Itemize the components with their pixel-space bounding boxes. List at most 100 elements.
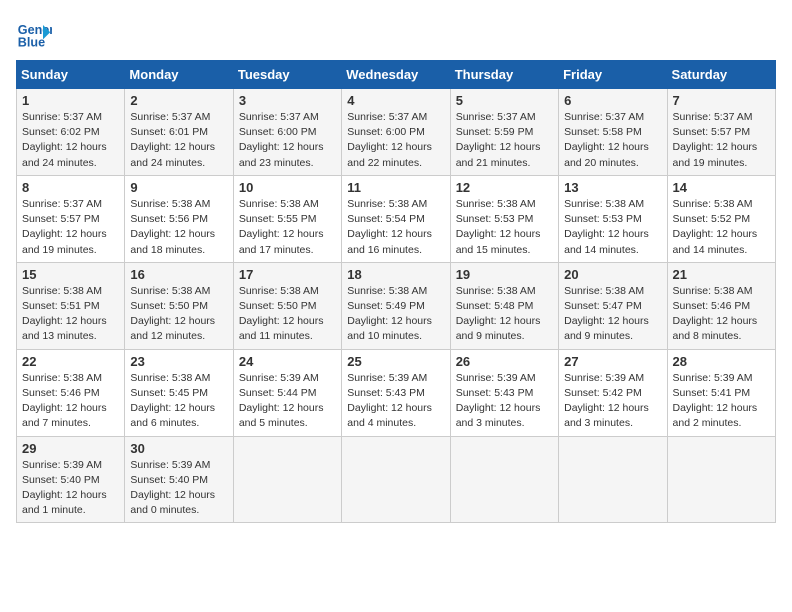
day-info: Sunrise: 5:37 AMSunset: 5:59 PMDaylight:… [456,110,553,171]
day-number: 7 [673,93,770,108]
day-number: 13 [564,180,661,195]
day-info: Sunrise: 5:37 AMSunset: 6:00 PMDaylight:… [239,110,336,171]
calendar-cell: 11 Sunrise: 5:38 AMSunset: 5:54 PMDayligh… [342,175,450,262]
day-info: Sunrise: 5:37 AMSunset: 6:00 PMDaylight:… [347,110,444,171]
day-number: 27 [564,354,661,369]
day-info: Sunrise: 5:38 AMSunset: 5:49 PMDaylight:… [347,284,444,345]
col-header-saturday: Saturday [667,61,775,89]
calendar-cell: 29Sunrise: 5:39 AMSunset: 5:40 PMDayligh… [17,436,125,523]
day-info: Sunrise: 5:38 AMSunset: 5:50 PMDaylight:… [239,284,336,345]
calendar-cell: 26 Sunrise: 5:39 AMSunset: 5:43 PMDayligh… [450,349,558,436]
day-info: Sunrise: 5:38 AMSunset: 5:46 PMDaylight:… [673,284,770,345]
calendar-cell: 19 Sunrise: 5:38 AMSunset: 5:48 PMDayligh… [450,262,558,349]
day-info: Sunrise: 5:37 AMSunset: 6:02 PMDaylight:… [22,110,119,171]
day-number: 14 [673,180,770,195]
calendar-cell: 4 Sunrise: 5:37 AMSunset: 6:00 PMDaylight… [342,89,450,176]
calendar-week-row: 22 Sunrise: 5:38 AMSunset: 5:46 PMDayligh… [17,349,776,436]
day-number: 22 [22,354,119,369]
svg-text:Blue: Blue [18,36,45,50]
day-number: 11 [347,180,444,195]
col-header-tuesday: Tuesday [233,61,341,89]
calendar-cell: 7 Sunrise: 5:37 AMSunset: 5:57 PMDaylight… [667,89,775,176]
calendar-week-row: 1 Sunrise: 5:37 AMSunset: 6:02 PMDaylight… [17,89,776,176]
calendar-cell: 24 Sunrise: 5:39 AMSunset: 5:44 PMDayligh… [233,349,341,436]
col-header-friday: Friday [559,61,667,89]
day-info: Sunrise: 5:39 AMSunset: 5:43 PMDaylight:… [347,371,444,432]
calendar-cell [559,436,667,523]
calendar-cell: 15 Sunrise: 5:38 AMSunset: 5:51 PMDayligh… [17,262,125,349]
day-info: Sunrise: 5:38 AMSunset: 5:53 PMDaylight:… [564,197,661,258]
calendar-week-row: 29 Sunrise: 5:39 AMSunset: 5:40 PMDayligh… [17,436,776,523]
calendar-cell: 28 Sunrise: 5:39 AMSunset: 5:41 PMDayligh… [667,349,775,436]
calendar-cell: 23Sunrise: 5:38 AMSunset: 5:45 PMDayligh… [125,349,233,436]
day-number: 25 [347,354,444,369]
day-number: 30 [130,441,227,456]
day-number: 26 [456,354,553,369]
day-number: 29 [22,441,119,456]
day-number: 9 [130,180,227,195]
day-number: 24 [239,354,336,369]
calendar-cell: 21 Sunrise: 5:38 AMSunset: 5:46 PMDayligh… [667,262,775,349]
day-number: 3 [239,93,336,108]
day-info: Sunrise: 5:38 AMSunset: 5:54 PMDaylight:… [347,197,444,258]
calendar-week-row: 8Sunrise: 5:37 AMSunset: 5:57 PMDaylight… [17,175,776,262]
day-info: Sunrise: 5:39 AMSunset: 5:40 PMDaylight:… [130,458,227,519]
day-number: 20 [564,267,661,282]
calendar-cell: 25 Sunrise: 5:39 AMSunset: 5:43 PMDayligh… [342,349,450,436]
day-number: 1 [22,93,119,108]
calendar-cell [667,436,775,523]
day-info: Sunrise: 5:38 AMSunset: 5:56 PMDaylight:… [130,197,227,258]
day-number: 17 [239,267,336,282]
calendar-cell: 1 Sunrise: 5:37 AMSunset: 6:02 PMDaylight… [17,89,125,176]
calendar-cell: 16 Sunrise: 5:38 AMSunset: 5:50 PMDayligh… [125,262,233,349]
calendar-cell: 27Sunrise: 5:39 AMSunset: 5:42 PMDayligh… [559,349,667,436]
day-info: Sunrise: 5:38 AMSunset: 5:52 PMDaylight:… [673,197,770,258]
day-info: Sunrise: 5:38 AMSunset: 5:48 PMDaylight:… [456,284,553,345]
day-number: 19 [456,267,553,282]
day-info: Sunrise: 5:38 AMSunset: 5:53 PMDaylight:… [456,197,553,258]
day-number: 6 [564,93,661,108]
calendar-cell: 5Sunrise: 5:37 AMSunset: 5:59 PMDaylight… [450,89,558,176]
day-info: Sunrise: 5:39 AMSunset: 5:44 PMDaylight:… [239,371,336,432]
calendar-cell: 3 Sunrise: 5:37 AMSunset: 6:00 PMDaylight… [233,89,341,176]
day-info: Sunrise: 5:37 AMSunset: 5:57 PMDaylight:… [673,110,770,171]
calendar-cell: 2 Sunrise: 5:37 AMSunset: 6:01 PMDaylight… [125,89,233,176]
calendar-cell: 12 Sunrise: 5:38 AMSunset: 5:53 PMDayligh… [450,175,558,262]
day-number: 10 [239,180,336,195]
day-number: 16 [130,267,227,282]
day-number: 15 [22,267,119,282]
calendar-cell: 6 Sunrise: 5:37 AMSunset: 5:58 PMDaylight… [559,89,667,176]
page-header: General Blue [16,16,776,52]
day-number: 21 [673,267,770,282]
day-number: 2 [130,93,227,108]
day-number: 28 [673,354,770,369]
day-info: Sunrise: 5:38 AMSunset: 5:50 PMDaylight:… [130,284,227,345]
day-info: Sunrise: 5:38 AMSunset: 5:46 PMDaylight:… [22,371,119,432]
day-info: Sunrise: 5:39 AMSunset: 5:41 PMDaylight:… [673,371,770,432]
calendar-table: SundayMondayTuesdayWednesdayThursdayFrid… [16,60,776,523]
day-info: Sunrise: 5:38 AMSunset: 5:51 PMDaylight:… [22,284,119,345]
day-info: Sunrise: 5:37 AMSunset: 6:01 PMDaylight:… [130,110,227,171]
calendar-cell: 18 Sunrise: 5:38 AMSunset: 5:49 PMDayligh… [342,262,450,349]
calendar-week-row: 15 Sunrise: 5:38 AMSunset: 5:51 PMDayligh… [17,262,776,349]
day-number: 8 [22,180,119,195]
col-header-wednesday: Wednesday [342,61,450,89]
day-number: 18 [347,267,444,282]
calendar-cell: 8Sunrise: 5:37 AMSunset: 5:57 PMDaylight… [17,175,125,262]
day-number: 12 [456,180,553,195]
calendar-cell [342,436,450,523]
day-info: Sunrise: 5:38 AMSunset: 5:45 PMDaylight:… [130,371,227,432]
day-info: Sunrise: 5:39 AMSunset: 5:43 PMDaylight:… [456,371,553,432]
calendar-header-row: SundayMondayTuesdayWednesdayThursdayFrid… [17,61,776,89]
logo: General Blue [16,16,56,52]
day-info: Sunrise: 5:38 AMSunset: 5:47 PMDaylight:… [564,284,661,345]
calendar-cell [450,436,558,523]
calendar-cell: 10Sunrise: 5:38 AMSunset: 5:55 PMDayligh… [233,175,341,262]
col-header-thursday: Thursday [450,61,558,89]
day-number: 4 [347,93,444,108]
calendar-cell: 22 Sunrise: 5:38 AMSunset: 5:46 PMDayligh… [17,349,125,436]
day-info: Sunrise: 5:37 AMSunset: 5:58 PMDaylight:… [564,110,661,171]
calendar-cell: 17 Sunrise: 5:38 AMSunset: 5:50 PMDayligh… [233,262,341,349]
col-header-monday: Monday [125,61,233,89]
calendar-cell [233,436,341,523]
